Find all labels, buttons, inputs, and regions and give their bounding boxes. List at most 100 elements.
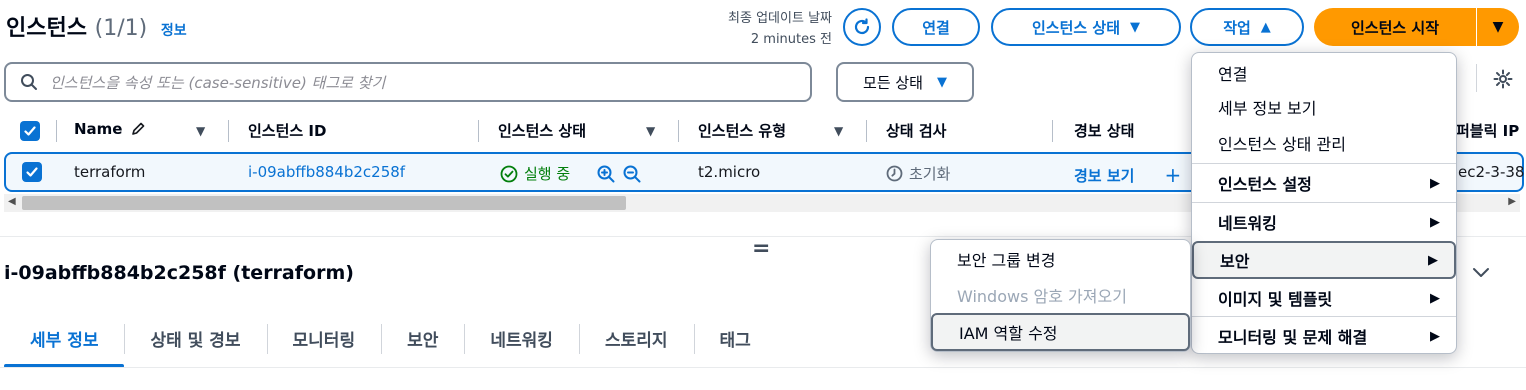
column-header-public-ip[interactable]: 퍼블릭 IP bbox=[1456, 120, 1519, 141]
menu-item-label: 이미지 및 템플릿 bbox=[1218, 290, 1333, 309]
clock-icon bbox=[886, 165, 903, 182]
column-header-label: 상태 검사 bbox=[886, 122, 947, 140]
menu-item-security[interactable]: 보안 ▶ bbox=[1192, 241, 1456, 279]
caret-up-icon: ▲ bbox=[1260, 19, 1271, 35]
cell-name: terraform bbox=[74, 163, 146, 181]
tab-details[interactable]: 세부 정보 bbox=[4, 322, 125, 368]
sort-icon[interactable]: ▼ bbox=[646, 124, 655, 138]
search-input[interactable]: 인스턴스을 속성 또는 (case-sensitive) 태그로 찾기 bbox=[4, 62, 812, 102]
view-alarms-link[interactable]: 경보 보기 + bbox=[1074, 163, 1181, 187]
actions-button[interactable]: 작업 ▲ bbox=[1190, 8, 1304, 46]
gear-icon bbox=[1493, 69, 1513, 89]
view-alarms-label: 경보 보기 bbox=[1074, 166, 1135, 185]
state-filter-select[interactable]: 모든 상태 ▼ bbox=[836, 62, 974, 102]
column-header-label: 인스턴스 상태 bbox=[498, 122, 587, 140]
scroll-right-icon[interactable]: ▶ bbox=[1508, 196, 1516, 207]
row-checkbox[interactable] bbox=[22, 162, 42, 182]
cell-instance-type: t2.micro bbox=[698, 163, 761, 181]
refresh-button[interactable] bbox=[843, 8, 881, 46]
tab-status-alarms[interactable]: 상태 및 경보 bbox=[124, 322, 266, 368]
menu-item-images-templates[interactable]: 이미지 및 템플릿 ▶ bbox=[1192, 279, 1456, 317]
tab-security[interactable]: 보안 bbox=[381, 322, 464, 368]
select-all-checkbox[interactable] bbox=[20, 121, 40, 141]
last-updated: 최종 업데이트 날짜 2 minutes 전 bbox=[728, 8, 832, 50]
scroll-left-icon[interactable]: ◀ bbox=[8, 196, 16, 207]
pencil-icon bbox=[132, 122, 145, 135]
detail-tabs: 세부 정보 상태 및 경보 모니터링 보안 네트워킹 스토리지 태그 bbox=[4, 322, 777, 368]
tab-storage[interactable]: 스토리지 bbox=[578, 322, 694, 368]
column-header-label: 인스턴스 유형 bbox=[698, 122, 787, 140]
column-header-instance-id[interactable]: 인스턴스 ID bbox=[248, 120, 326, 141]
security-submenu: 보안 그룹 변경 Windows 암호 가져오기 IAM 역할 수정 bbox=[930, 239, 1191, 352]
instance-count: (1/1) bbox=[94, 16, 148, 41]
page-title-text: 인스턴스 bbox=[6, 16, 87, 41]
chevron-down-icon[interactable] bbox=[1472, 262, 1490, 283]
connect-button[interactable]: 연결 bbox=[892, 8, 980, 46]
column-header-label: 경보 상태 bbox=[1074, 122, 1135, 140]
tab-networking[interactable]: 네트워킹 bbox=[464, 322, 579, 368]
status-check-text: 초기화 bbox=[909, 165, 951, 183]
column-divider bbox=[228, 120, 229, 142]
instance-state-button[interactable]: 인스턴스 상태 ▼ bbox=[991, 8, 1181, 46]
checkbox-checked-icon bbox=[22, 162, 42, 182]
cell-status-check: 초기화 bbox=[886, 163, 950, 184]
column-header-label: 인스턴스 ID bbox=[248, 122, 327, 140]
tabs-underline bbox=[0, 367, 1526, 368]
launch-dropdown-button[interactable]: ▼ bbox=[1477, 8, 1519, 46]
launch-instance-button[interactable]: 인스턴스 시작 bbox=[1314, 8, 1476, 46]
menu-item-change-security-groups[interactable]: 보안 그룹 변경 bbox=[931, 241, 1190, 277]
actions-button-label: 작업 bbox=[1223, 18, 1251, 37]
search-placeholder: 인스턴스을 속성 또는 (case-sensitive) 태그로 찾기 bbox=[50, 73, 386, 92]
menu-item-networking[interactable]: 네트워킹 ▶ bbox=[1192, 203, 1456, 241]
info-link[interactable]: 정보 bbox=[161, 23, 187, 39]
tab-monitoring[interactable]: 모니터링 bbox=[266, 322, 382, 368]
column-divider bbox=[1052, 120, 1053, 142]
menu-item-get-windows-password: Windows 암호 가져오기 bbox=[957, 287, 1127, 306]
refresh-icon bbox=[854, 18, 870, 35]
menu-item-view-details[interactable]: 세부 정보 보기 bbox=[1192, 89, 1456, 125]
column-divider bbox=[678, 120, 679, 142]
column-header-alarm-status[interactable]: 경보 상태 bbox=[1074, 120, 1134, 141]
menu-item-instance-settings[interactable]: 인스턴스 설정 ▶ bbox=[1192, 164, 1456, 202]
check-circle-icon bbox=[500, 165, 518, 182]
menu-item-connect[interactable]: 연결 bbox=[1192, 55, 1456, 91]
preferences-button[interactable] bbox=[1490, 66, 1516, 92]
column-divider bbox=[56, 120, 57, 142]
cell-instance-state: 실행 중 bbox=[500, 163, 642, 184]
page-title: 인스턴스 (1/1) 정보 bbox=[6, 10, 187, 42]
caret-right-icon: ▶ bbox=[1430, 214, 1440, 230]
column-header-label: 퍼블릭 IP bbox=[1456, 122, 1520, 140]
column-header-status-check[interactable]: 상태 검사 bbox=[886, 120, 946, 141]
menu-item-label: 보안 bbox=[1220, 252, 1250, 271]
state-filter-value: 모든 상태 bbox=[863, 73, 923, 92]
menu-item-monitor-troubleshoot[interactable]: 모니터링 및 문제 해결 ▶ bbox=[1192, 317, 1456, 355]
resize-handle-icon[interactable]: = bbox=[752, 236, 770, 261]
search-icon bbox=[21, 74, 37, 90]
caret-down-icon: ▼ bbox=[1130, 19, 1141, 35]
column-header-instance-state[interactable]: 인스턴스 상태 bbox=[498, 120, 586, 141]
menu-item-label: 모니터링 및 문제 해결 bbox=[1218, 328, 1368, 347]
zoom-out-icon[interactable] bbox=[622, 164, 642, 184]
caret-right-icon: ▶ bbox=[1430, 328, 1440, 344]
menu-item-modify-iam-role[interactable]: IAM 역할 수정 bbox=[931, 313, 1190, 351]
sort-icon[interactable]: ▼ bbox=[834, 124, 843, 138]
sort-icon[interactable]: ▼ bbox=[196, 124, 205, 138]
last-updated-label: 최종 업데이트 날짜 bbox=[728, 11, 832, 26]
plus-icon[interactable]: + bbox=[1164, 163, 1181, 187]
launch-instance-label: 인스턴스 시작 bbox=[1350, 18, 1440, 37]
last-updated-value: 2 minutes 전 bbox=[750, 32, 832, 47]
column-header-instance-type[interactable]: 인스턴스 유형 bbox=[698, 120, 786, 141]
menu-item-manage-state[interactable]: 인스턴스 상태 관리 bbox=[1192, 125, 1456, 161]
checkbox-checked-icon bbox=[20, 121, 40, 141]
column-divider bbox=[866, 120, 867, 142]
column-header-name[interactable]: Name bbox=[74, 120, 146, 138]
column-divider bbox=[478, 120, 479, 142]
instance-state-button-label: 인스턴스 상태 bbox=[1031, 18, 1121, 37]
menu-item-label: 인스턴스 설정 bbox=[1218, 175, 1312, 194]
caret-right-icon: ▶ bbox=[1430, 175, 1440, 191]
zoom-in-icon[interactable] bbox=[596, 164, 616, 184]
scrollbar-thumb[interactable] bbox=[22, 196, 626, 210]
tab-tags[interactable]: 태그 bbox=[693, 322, 777, 368]
cell-public-ip: ec2-3-38 bbox=[1458, 163, 1525, 181]
instance-id-link[interactable]: i-09abffb884b2c258f bbox=[248, 163, 405, 181]
